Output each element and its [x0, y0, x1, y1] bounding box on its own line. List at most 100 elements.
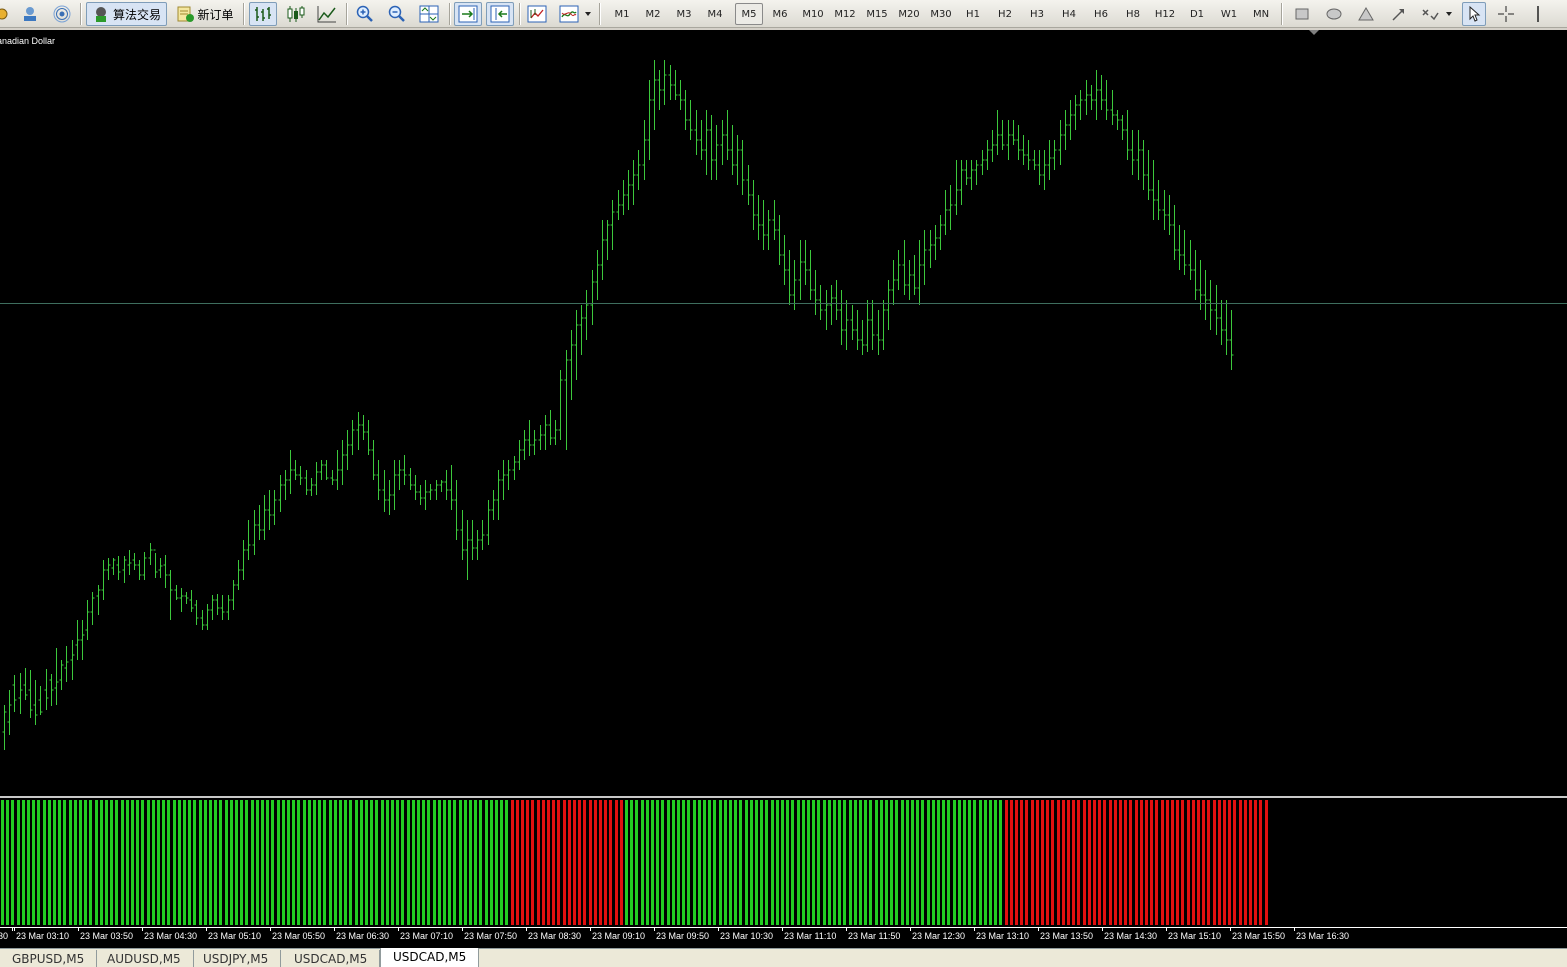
timeframe-w1[interactable]: W1 [1215, 3, 1243, 25]
timeframe-m1[interactable]: M1 [608, 3, 636, 25]
ohlc-bar [564, 350, 569, 450]
ohlc-bar [1172, 205, 1177, 260]
vertical-line-icon[interactable] [1528, 2, 1548, 26]
ohlc-bar [454, 480, 459, 540]
histogram-bar-green [199, 800, 202, 925]
zoom-in-icon[interactable] [352, 2, 378, 26]
ohlc-bar [59, 660, 64, 690]
autoscroll-icon[interactable] [454, 2, 482, 26]
ohlc-bar [782, 235, 787, 285]
chart-tab[interactable]: USDCAD,M5 [282, 950, 381, 967]
ohlc-bar [402, 455, 407, 485]
price-chart[interactable]: anadian Dollar [0, 30, 1567, 796]
time-axis-tick [782, 928, 783, 931]
ohlc-bar [44, 669, 49, 710]
rectangle-icon[interactable] [1290, 2, 1314, 26]
timeframe-m4[interactable]: M4 [701, 3, 729, 25]
ohlc-bar [512, 456, 517, 480]
candlestick-icon[interactable] [281, 2, 309, 26]
indicator-window[interactable] [0, 798, 1567, 927]
ohlc-bar [902, 240, 907, 295]
histogram-bar-green [412, 800, 415, 925]
ohlc-bar [574, 310, 579, 380]
ohlc-bar [324, 460, 329, 480]
histogram-bar-green [105, 800, 108, 925]
timeframe-h6[interactable]: H6 [1087, 3, 1115, 25]
ohlc-bar [1094, 70, 1099, 120]
tile-windows-icon[interactable] [416, 2, 442, 26]
ohlc-bar [28, 670, 33, 718]
chart-tab[interactable]: USDJPY,M5 [191, 950, 282, 967]
ohlc-bar [959, 160, 964, 205]
templates-icon[interactable] [556, 2, 582, 26]
symbols-icon[interactable] [1418, 2, 1442, 26]
time-axis-label: 23 Mar 14:30 [1104, 931, 1158, 941]
triangle-icon[interactable] [1354, 2, 1378, 26]
timeframe-h3[interactable]: H3 [1023, 3, 1051, 25]
timeframe-m15[interactable]: M15 [863, 3, 891, 25]
timeframe-mn[interactable]: MN [1247, 3, 1275, 25]
chart-tab[interactable]: AUDUSD,M5 [95, 950, 194, 967]
time-axis-label: 23 Mar 05:50 [272, 931, 326, 941]
timeframe-h8[interactable]: H8 [1119, 3, 1147, 25]
market-watch-icon[interactable] [18, 2, 42, 26]
histogram-bar-green [797, 800, 800, 925]
bar-chart-icon[interactable] [249, 2, 277, 26]
templates-dropdown-icon[interactable] [583, 2, 593, 26]
histogram-bar-green [271, 800, 274, 925]
new-order-button[interactable]: 新订单 [171, 2, 239, 26]
timeframe-m12[interactable]: M12 [831, 3, 859, 25]
chart-shift-icon[interactable] [486, 2, 514, 26]
ohlc-bar [652, 60, 657, 130]
timeframe-m30[interactable]: M30 [927, 3, 955, 25]
chart-shift-marker[interactable] [1309, 30, 1319, 35]
crosshair-icon[interactable] [1494, 2, 1518, 26]
timeframe-m6[interactable]: M6 [766, 3, 794, 25]
histogram-bar-green [885, 800, 888, 925]
time-axis-tick [718, 928, 719, 931]
time-axis-label: 23 Mar 03:50 [80, 931, 134, 941]
histogram-bar-red [1218, 800, 1221, 925]
timeframe-h12[interactable]: H12 [1151, 3, 1179, 25]
profiles-icon[interactable] [0, 2, 10, 26]
chart-tab[interactable]: GBPUSD,M5 [0, 950, 98, 967]
timeframe-m20[interactable]: M20 [895, 3, 923, 25]
algo-trading-button[interactable]: 算法交易 [86, 2, 167, 26]
ohlc-bar [1099, 75, 1104, 110]
ohlc-bar [746, 165, 751, 205]
histogram-bar-red [1181, 800, 1184, 925]
time-axis-tick [974, 928, 975, 931]
ohlc-bar [1141, 140, 1146, 190]
ohlc-bar [278, 475, 283, 512]
timeframe-d1[interactable]: D1 [1183, 3, 1211, 25]
timeframe-m3[interactable]: M3 [670, 3, 698, 25]
timeframe-m2[interactable]: M2 [639, 3, 667, 25]
histogram-bar-green [937, 800, 940, 925]
ohlc-bar [397, 460, 402, 490]
zoom-out-icon[interactable] [384, 2, 410, 26]
ohlc-bar [361, 415, 366, 440]
histogram-bar-red [1197, 800, 1200, 925]
line-chart-icon[interactable] [313, 2, 341, 26]
arrow-icon[interactable] [1386, 2, 1410, 26]
ohlc-bar [189, 590, 194, 612]
ohlc-bar [1219, 300, 1224, 345]
timeframe-m5[interactable]: M5 [735, 3, 763, 25]
histogram-bar-green [287, 800, 290, 925]
cursor-icon[interactable] [1462, 2, 1486, 26]
price-level-line[interactable] [0, 303, 1567, 304]
signals-icon[interactable] [50, 2, 74, 26]
chart-tab[interactable]: USDCAD,M5 [380, 948, 480, 967]
timeframe-h2[interactable]: H2 [991, 3, 1019, 25]
timeframe-h4[interactable]: H4 [1055, 3, 1083, 25]
indicators-list-icon[interactable] [524, 2, 550, 26]
histogram-bar-green [225, 800, 228, 925]
histogram-bar-green [256, 800, 259, 925]
ellipse-icon[interactable] [1322, 2, 1346, 26]
timeframe-m10[interactable]: M10 [799, 3, 827, 25]
ohlc-bar [106, 558, 111, 580]
ohlc-bar [751, 180, 756, 230]
timeframe-h1[interactable]: H1 [959, 3, 987, 25]
ohlc-bars [2, 60, 1234, 750]
symbols-dropdown-icon[interactable] [1444, 2, 1454, 26]
